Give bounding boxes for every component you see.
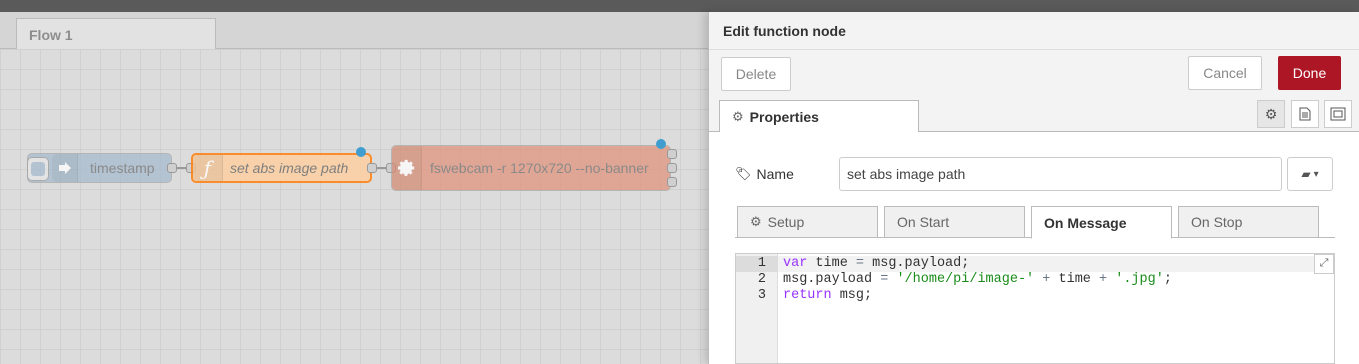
name-label-text: Name [756,166,794,182]
cancel-button[interactable]: Cancel [1188,56,1262,90]
flow-canvas[interactable]: timestamp ƒ set abs image path fswebcam … [0,49,708,364]
line-number: 2 [757,272,766,287]
output-port-stdout[interactable] [667,149,677,159]
wire[interactable] [177,167,186,169]
gear-icon: ⚙ [732,108,744,124]
tag-icon: 🏷 [735,166,752,181]
tab-label: Properties [749,108,819,125]
wire[interactable] [377,167,386,169]
changed-indicator [656,139,666,149]
node-appearance-button[interactable] [1324,100,1352,128]
function-subtabs: ⚙ Setup On Start On Message On Stop [735,206,1335,239]
document-icon [1299,107,1311,121]
gear-icon: ⚙ [1264,105,1278,122]
tray-toolbar: Delete Cancel Done [709,50,1359,96]
caret-down-icon: ▾ [1313,168,1319,180]
code-editor[interactable]: 1 2 3 var time = msg.payload; msg.payloa… [735,253,1335,364]
name-input[interactable]: set abs image path [839,157,1282,191]
changed-indicator [356,147,366,157]
node-label: timestamp [90,160,155,176]
code-line[interactable]: return msg; [783,288,872,304]
code-line[interactable]: msg.payload = '/home/pi/image-' + time +… [783,272,1172,288]
tab-label: On Start [897,214,950,230]
line-number: 1 [757,256,766,271]
function-node[interactable]: ƒ set abs image path [191,153,372,183]
properties-tab-bar: ⚙ Properties ⚙ [709,96,1359,133]
line-number: 3 [757,288,766,303]
output-port-rc[interactable] [667,177,677,187]
delete-button[interactable]: Delete [721,57,791,91]
workspace-tabs-bar: Flow 1 [0,12,708,50]
appearance-icon [1330,107,1346,121]
function-icon: ƒ [193,155,223,181]
code-line[interactable]: var time = msg.payload; [783,256,969,272]
tab-label: On Message [1044,214,1127,231]
tab-on-start[interactable]: On Start [884,206,1025,238]
gear-icon [392,146,422,190]
node-settings-button[interactable]: ⚙ [1257,100,1285,128]
top-bar [0,0,1359,12]
output-port-stderr[interactable] [667,163,677,173]
flow-workspace: Flow 1 timestamp ƒ set abs image path fs… [0,12,708,364]
library-button[interactable]: ▰ ▾ [1287,157,1333,191]
tab-label: On Stop [1191,214,1243,230]
node-label: set abs image path [230,160,349,176]
tab-on-stop[interactable]: On Stop [1178,206,1319,238]
tab-on-message[interactable]: On Message [1031,206,1172,239]
name-label: 🏷 Name [735,166,794,182]
tab-properties[interactable]: ⚙ Properties [719,100,919,133]
expand-editor-icon[interactable]: ⤢ [1314,254,1334,274]
done-button[interactable]: Done [1278,56,1341,90]
node-label: fswebcam -r 1270x720 --no-banner [430,160,649,176]
output-port[interactable] [367,163,377,173]
exec-node[interactable]: fswebcam -r 1270x720 --no-banner [391,145,671,191]
output-port[interactable] [167,163,177,173]
arrow-right-icon [52,154,78,182]
inject-button[interactable] [27,157,49,181]
properties-panel: 🏷 Name set abs image path ▰ ▾ ⚙ Setup On… [709,132,1359,364]
editor-tray: Edit function node Delete Cancel Done ⚙ … [708,12,1359,364]
tab-flow-1[interactable]: Flow 1 [16,18,216,50]
book-icon: ▰ [1301,167,1311,181]
tab-setup[interactable]: ⚙ Setup [737,206,878,238]
tab-label: Setup [767,214,805,230]
node-description-button[interactable] [1291,100,1319,128]
gear-icon: ⚙ [750,214,762,229]
inject-node[interactable]: timestamp [27,153,172,183]
tray-title: Edit function node [709,12,1359,50]
